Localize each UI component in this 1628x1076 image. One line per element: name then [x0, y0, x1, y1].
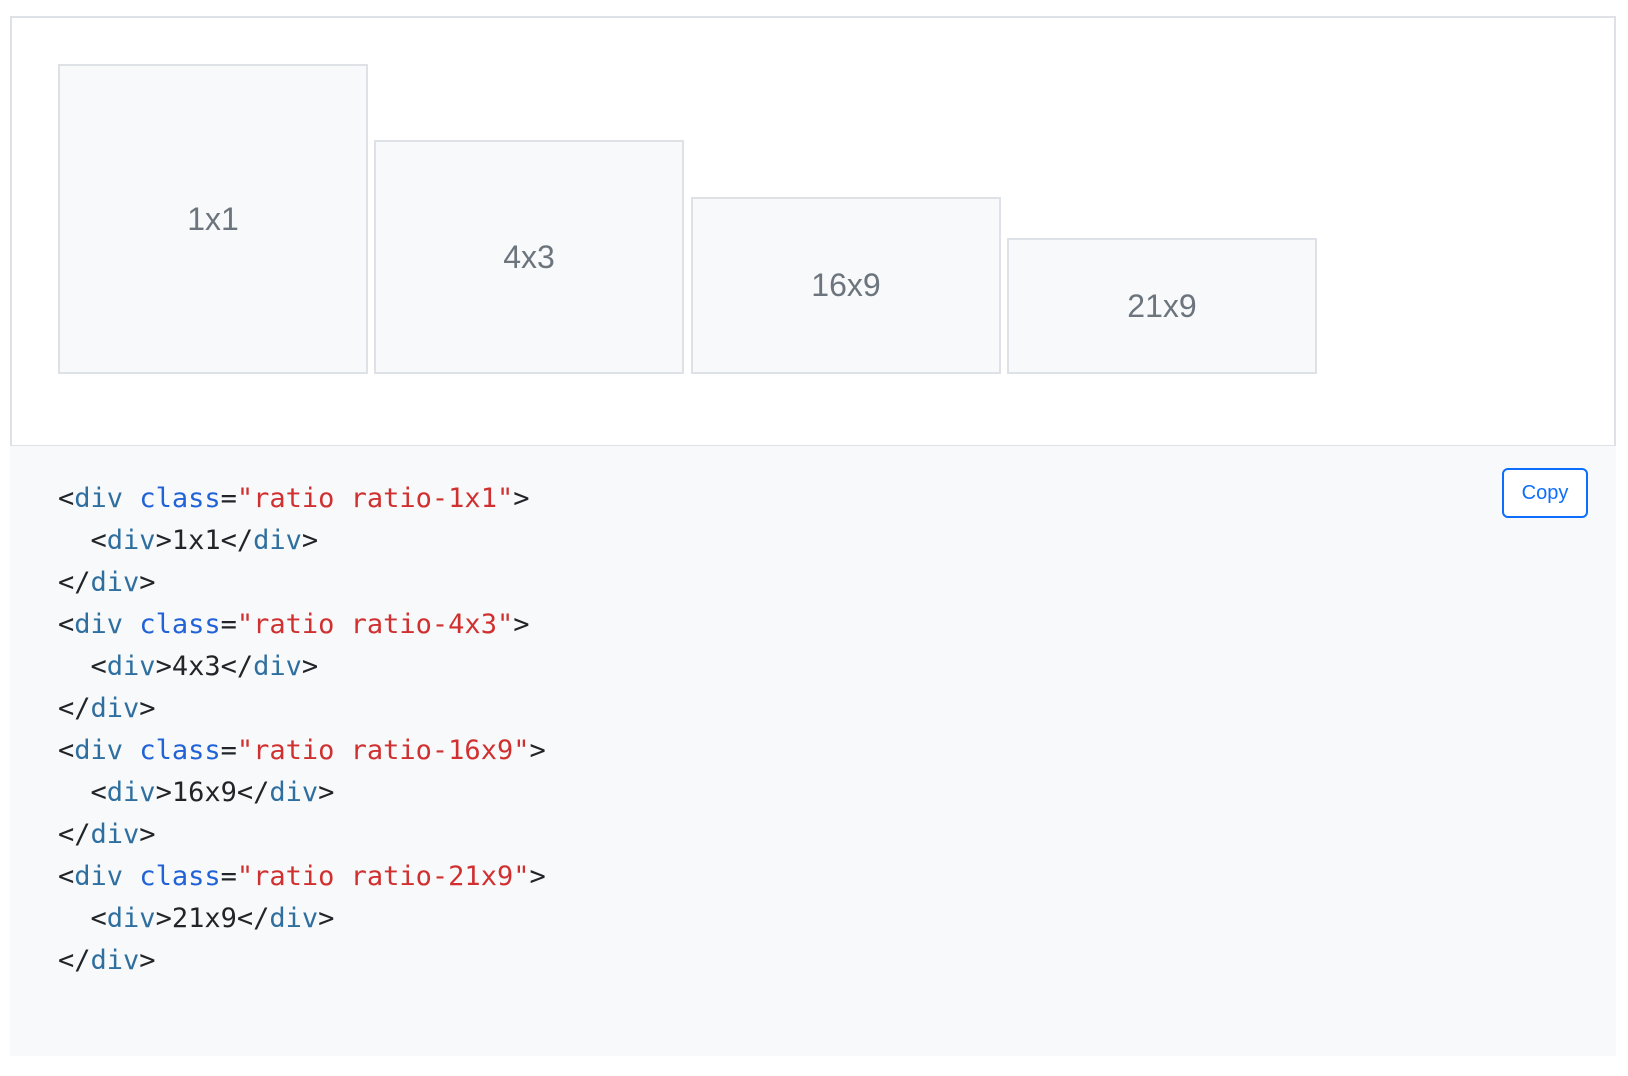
copy-button[interactable]: Copy — [1502, 468, 1588, 518]
code-tag: div — [106, 777, 156, 808]
code-attr: class — [139, 861, 221, 892]
ratio-label: 1x1 — [187, 200, 239, 237]
code-string: "ratio ratio-4x3" — [236, 609, 514, 640]
example-preview: 1x1 4x3 16x9 21x9 — [10, 16, 1616, 446]
code-tag: div — [90, 567, 140, 598]
code-inner-text: 4x3 — [171, 651, 221, 682]
code-string: "ratio ratio-21x9" — [236, 861, 530, 892]
code-text: <div class="ratio ratio-1x1"> <div>1x1</… — [58, 483, 546, 976]
code-tag: div — [74, 609, 124, 640]
code-inner-text: 21x9 — [171, 903, 237, 934]
code-attr: class — [139, 609, 221, 640]
code-tag: div — [74, 483, 124, 514]
code-tag: div — [90, 693, 140, 724]
ratio-16x9-box: 16x9 — [691, 197, 1001, 374]
code-tag: div — [90, 819, 140, 850]
code-inner-text: 16x9 — [171, 777, 237, 808]
ratio-4x3-box: 4x3 — [374, 140, 684, 374]
ratio-label: 16x9 — [811, 267, 881, 303]
code-tag: div — [253, 525, 302, 556]
code-string: "ratio ratio-16x9" — [236, 735, 530, 766]
code-tag: div — [74, 735, 124, 766]
code-inner-text: 1x1 — [171, 525, 221, 556]
ratio-21x9-box: 21x9 — [1007, 238, 1317, 374]
ratio-label: 21x9 — [1127, 287, 1197, 324]
code-tag: div — [106, 651, 156, 682]
code-snippet: Copy <div class="ratio ratio-1x1"> <div>… — [10, 446, 1616, 1056]
code-attr: class — [139, 735, 221, 766]
code-tag: div — [106, 903, 156, 934]
ratio-label: 4x3 — [503, 238, 555, 275]
code-tag: div — [106, 525, 156, 556]
code-string: "ratio ratio-1x1" — [236, 483, 514, 514]
code-tag: div — [74, 861, 124, 892]
code-tag: div — [253, 651, 302, 682]
ratio-1x1-box: 1x1 — [58, 64, 368, 374]
code-tag: div — [269, 903, 319, 934]
code-attr: class — [139, 483, 221, 514]
code-tag: div — [90, 945, 140, 976]
code-tag: div — [269, 777, 319, 808]
